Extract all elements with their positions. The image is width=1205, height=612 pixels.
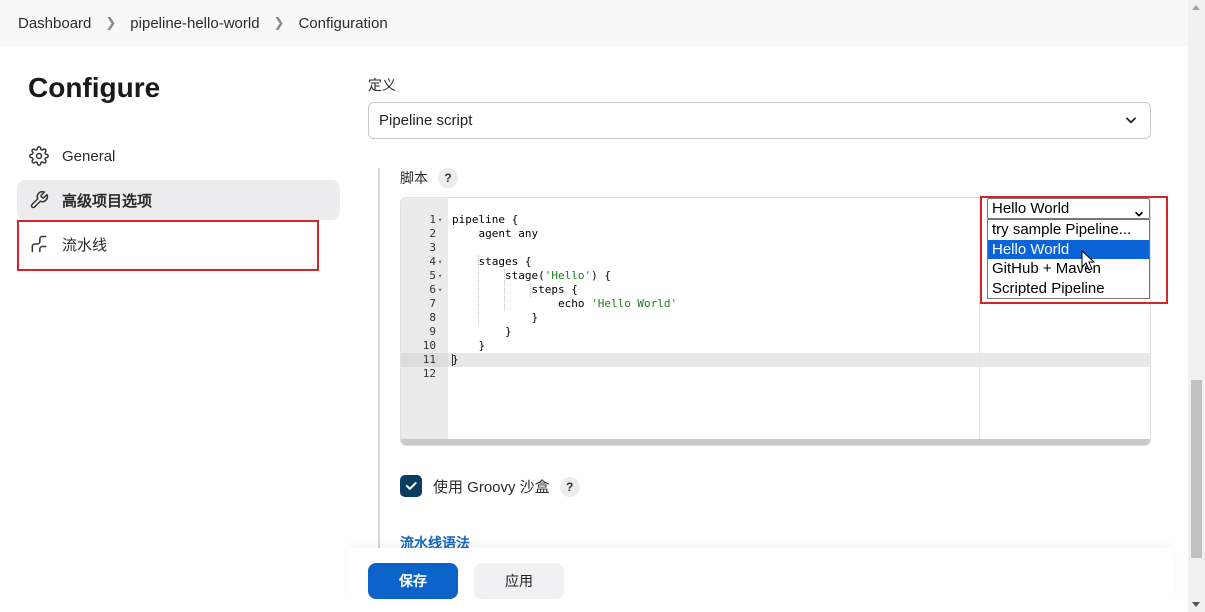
section-divider: [378, 168, 380, 553]
sandbox-label-row: 使用 Groovy 沙盒 ?: [433, 476, 580, 497]
wrench-icon: [28, 189, 50, 211]
scroll-up-icon[interactable]: [1192, 5, 1200, 10]
breadcrumb-job[interactable]: pipeline-hello-world: [130, 15, 259, 32]
apply-button[interactable]: 应用: [474, 563, 564, 599]
definition-label: 定义: [368, 77, 396, 93]
breadcrumb-configuration[interactable]: Configuration: [298, 15, 387, 32]
help-icon[interactable]: ?: [438, 168, 458, 188]
highlight-box-sample: [980, 196, 1168, 304]
sidebar-item-advanced[interactable]: 高级项目选项: [17, 180, 340, 220]
code-line: 10 }: [422, 339, 486, 352]
sidebar-item-general[interactable]: General: [17, 136, 340, 176]
chevron-right-icon: ❯: [105, 15, 117, 30]
chevron-right-icon: ❯: [273, 15, 285, 30]
definition-select[interactable]: Pipeline script: [368, 102, 1151, 139]
groovy-sandbox-checkbox[interactable]: [400, 475, 422, 497]
save-button[interactable]: 保存: [368, 563, 458, 599]
definition-value: Pipeline script: [379, 112, 473, 129]
editor-horizontal-scrollbar[interactable]: [401, 439, 1150, 445]
sidebar-item-label: General: [62, 147, 116, 165]
script-label-row: 脚本 ?: [400, 168, 458, 188]
text-cursor: [452, 354, 453, 366]
chevron-down-icon: [1124, 113, 1138, 131]
page-title: Configure: [28, 72, 161, 103]
sidebar-item-label: 高级项目选项: [62, 192, 153, 210]
scrollbar-thumb[interactable]: [1191, 380, 1202, 558]
bottom-action-bar: [348, 548, 1174, 612]
highlight-box-pipeline: [17, 220, 319, 271]
page-scrollbar[interactable]: [1188, 0, 1205, 612]
help-icon[interactable]: ?: [559, 476, 580, 497]
code-line: 11}: [422, 353, 459, 366]
check-icon: [405, 482, 417, 490]
code-line: 9 }: [429, 325, 512, 338]
scroll-down-icon[interactable]: [1192, 602, 1200, 607]
breadcrumb-dashboard[interactable]: Dashboard: [18, 15, 91, 32]
gear-icon: [28, 145, 50, 167]
breadcrumb: Dashboard ❯ pipeline-hello-world ❯ Confi…: [0, 0, 1188, 46]
script-label: 脚本: [400, 170, 428, 186]
sandbox-label: 使用 Groovy 沙盒: [433, 479, 550, 496]
code-line: 12: [422, 367, 436, 380]
